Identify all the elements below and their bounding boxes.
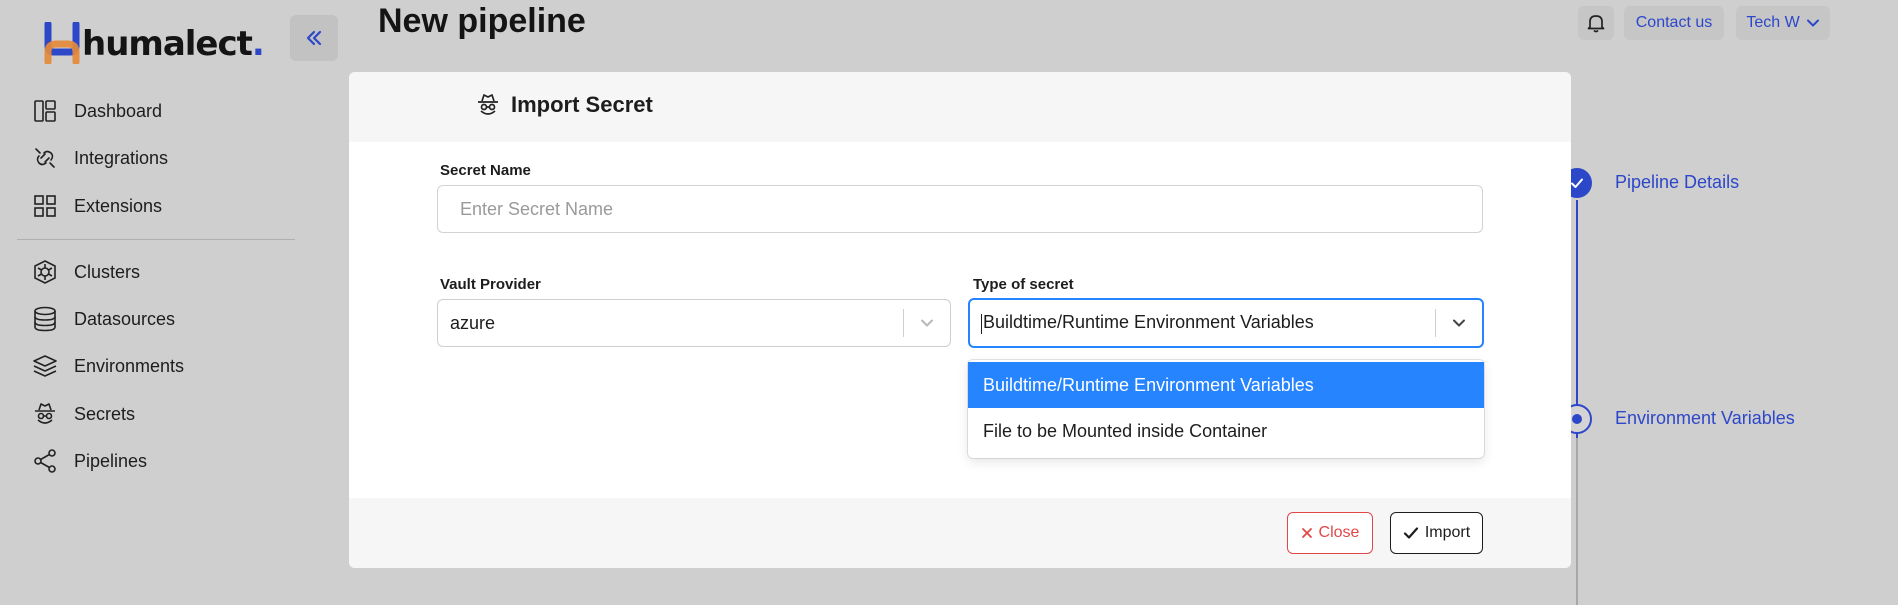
integrations-icon: [30, 143, 60, 173]
sidebar-item-secrets[interactable]: Secrets: [30, 399, 290, 429]
secret-agent-icon: [478, 94, 498, 115]
modal-title-text: Import Secret: [511, 92, 653, 117]
brand-name: humalect.: [82, 24, 265, 64]
double-chevron-left-icon: [306, 30, 322, 46]
modal-title: Import Secret: [475, 92, 653, 118]
text-caret: [981, 313, 982, 334]
vault-provider-value: azure: [450, 312, 496, 333]
sidebar-item-dashboard[interactable]: Dashboard: [30, 96, 290, 126]
secret-name-label: Secret Name: [440, 162, 531, 179]
collapse-sidebar-button[interactable]: [290, 15, 338, 61]
sidebar-item-clusters[interactable]: Clusters: [30, 257, 290, 287]
modal-footer: [349, 498, 1571, 568]
secret-type-label: Type of secret: [973, 276, 1074, 293]
sidebar-item-pipelines[interactable]: Pipelines: [30, 446, 290, 476]
sidebar-item-label: Pipelines: [74, 450, 148, 471]
sidebar-item-integrations[interactable]: Integrations: [30, 143, 290, 173]
sidebar-item-label: Secrets: [74, 403, 136, 424]
checkmark-icon: [1403, 527, 1418, 539]
close-button-label: Close: [1318, 524, 1360, 541]
close-button[interactable]: Close: [1287, 512, 1373, 554]
user-menu-label: Tech W: [1746, 14, 1800, 31]
dashboard-icon: [30, 96, 60, 126]
secret-agent-icon: [30, 399, 60, 429]
import-secret-modal: Import Secret Secret Name Vault Provider…: [349, 72, 1571, 568]
sidebar: humalect. Dashboard Integrations Extensi…: [0, 0, 338, 605]
vault-provider-select[interactable]: azure: [437, 299, 951, 347]
extensions-icon: [30, 191, 60, 221]
chevron-down-icon: [1806, 19, 1819, 27]
sidebar-item-label: Environments: [74, 355, 185, 376]
step-environment-variables[interactable]: Environment Variables: [1615, 408, 1795, 429]
bell-icon: [1587, 15, 1605, 33]
sidebar-item-label: Extensions: [74, 195, 163, 216]
sidebar-item-datasources[interactable]: Datasources: [30, 304, 290, 334]
sidebar-item-label: Dashboard: [74, 100, 163, 121]
sidebar-item-environments[interactable]: Environments: [30, 351, 290, 381]
secret-name-input[interactable]: [437, 185, 1483, 233]
step-pipeline-details[interactable]: Pipeline Details: [1615, 172, 1739, 193]
checkmark-icon: [1571, 178, 1583, 188]
secret-type-select[interactable]: Buildtime/Runtime Environment Variables: [968, 298, 1484, 348]
user-menu-button[interactable]: Tech W: [1736, 6, 1830, 40]
sidebar-item-extensions[interactable]: Extensions: [30, 191, 290, 221]
database-icon: [30, 304, 60, 334]
humalect-logo-icon: [44, 20, 80, 66]
vault-provider-label: Vault Provider: [440, 276, 541, 293]
secret-type-dropdown-menu: Buildtime/Runtime Environment Variables …: [968, 360, 1484, 458]
dropdown-option[interactable]: Buildtime/Runtime Environment Variables: [968, 362, 1484, 408]
sidebar-item-label: Clusters: [74, 261, 141, 282]
sidebar-item-label: Datasources: [74, 308, 176, 329]
stepper-line-pending: [1576, 438, 1578, 605]
layers-icon: [30, 351, 60, 381]
clusters-icon: [30, 257, 60, 287]
chevron-down-icon[interactable]: [904, 315, 950, 331]
page-title: New pipeline: [378, 2, 586, 40]
import-button-label: Import: [1424, 524, 1471, 541]
share-nodes-icon: [30, 446, 60, 476]
secret-type-value: Buildtime/Runtime Environment Variables: [981, 312, 1314, 334]
contact-us-button[interactable]: Contact us: [1624, 6, 1724, 40]
modal-header: Import Secret: [349, 72, 1571, 142]
sidebar-divider: [17, 239, 295, 240]
brand-logo[interactable]: humalect.: [44, 16, 265, 66]
chevron-down-icon[interactable]: [1436, 315, 1482, 331]
notifications-button[interactable]: [1578, 6, 1614, 40]
import-button[interactable]: Import: [1390, 512, 1483, 554]
sidebar-item-label: Integrations: [74, 147, 169, 168]
close-icon: [1301, 528, 1312, 538]
dropdown-option[interactable]: File to be Mounted inside Container: [968, 408, 1484, 454]
